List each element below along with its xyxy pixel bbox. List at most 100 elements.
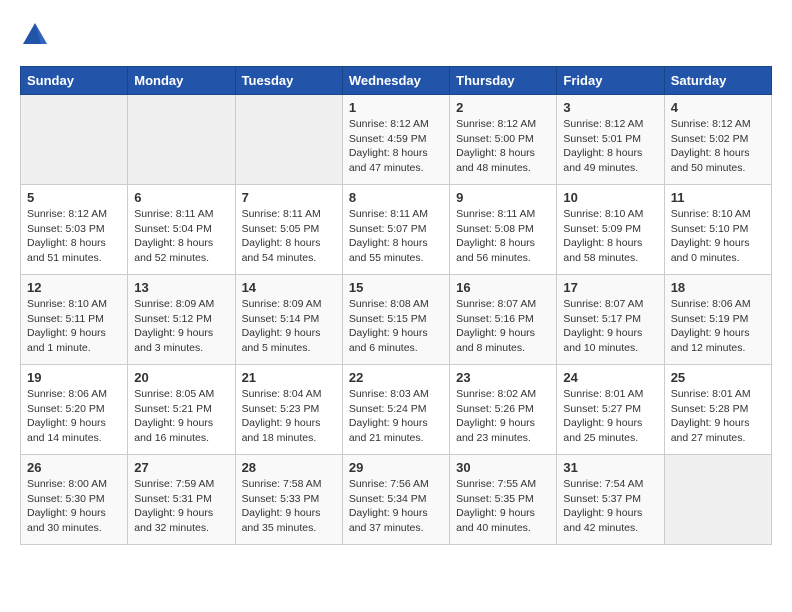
day-header-saturday: Saturday [664, 67, 771, 95]
calendar-cell [21, 95, 128, 185]
calendar-cell: 29 Sunrise: 7:56 AM Sunset: 5:34 PM Dayli… [342, 455, 449, 545]
day-info: Sunrise: 8:07 AM Sunset: 5:16 PM Dayligh… [456, 297, 550, 356]
day-number: 2 [456, 100, 550, 115]
day-info: Sunrise: 8:04 AM Sunset: 5:23 PM Dayligh… [242, 387, 336, 446]
day-number: 19 [27, 370, 121, 385]
calendar-cell: 14Sunrise: 8:09 AM Sunset: 5:14 PM Dayli… [235, 275, 342, 365]
day-info: Sunrise: 7:54 AM Sunset: 5:37 PM Dayligh… [563, 477, 657, 536]
day-info: Sunrise: 8:12 AM Sunset: 5:02 PM Dayligh… [671, 117, 765, 176]
calendar-cell: 28 Sunrise: 7:58 AM Sunset: 5:33 PM Dayli… [235, 455, 342, 545]
day-number: 7 [242, 190, 336, 205]
calendar-cell: 25 Sunrise: 8:01 AM Sunset: 5:28 PM Dayli… [664, 365, 771, 455]
day-number: 24 [563, 370, 657, 385]
day-info: Sunrise: 8:07 AM Sunset: 5:17 PM Dayligh… [563, 297, 657, 356]
day-info: Sunrise: 8:12 AM Sunset: 4:59 PM Dayligh… [349, 117, 443, 176]
day-info: Sunrise: 8:11 AM Sunset: 5:07 PM Dayligh… [349, 207, 443, 266]
calendar-cell: 16 Sunrise: 8:07 AM Sunset: 5:16 PM Dayli… [450, 275, 557, 365]
day-number: 18 [671, 280, 765, 295]
day-header-wednesday: Wednesday [342, 67, 449, 95]
day-header-monday: Monday [128, 67, 235, 95]
calendar-cell: 30 Sunrise: 7:55 AM Sunset: 5:35 PM Dayli… [450, 455, 557, 545]
logo [20, 20, 54, 50]
day-info: Sunrise: 8:11 AM Sunset: 5:05 PM Dayligh… [242, 207, 336, 266]
calendar-cell: 5 Sunrise: 8:12 AM Sunset: 5:03 PM Daylig… [21, 185, 128, 275]
calendar-header-row: SundayMondayTuesdayWednesdayThursdayFrid… [21, 67, 772, 95]
day-header-friday: Friday [557, 67, 664, 95]
day-info: Sunrise: 8:02 AM Sunset: 5:26 PM Dayligh… [456, 387, 550, 446]
day-number: 27 [134, 460, 228, 475]
day-number: 30 [456, 460, 550, 475]
day-number: 1 [349, 100, 443, 115]
logo-icon [20, 20, 50, 50]
day-number: 28 [242, 460, 336, 475]
calendar-cell: 20 Sunrise: 8:05 AM Sunset: 5:21 PM Dayli… [128, 365, 235, 455]
day-info: Sunrise: 8:08 AM Sunset: 5:15 PM Dayligh… [349, 297, 443, 356]
day-info: Sunrise: 7:58 AM Sunset: 5:33 PM Dayligh… [242, 477, 336, 536]
calendar-cell: 17 Sunrise: 8:07 AM Sunset: 5:17 PM Dayli… [557, 275, 664, 365]
day-info: Sunrise: 8:12 AM Sunset: 5:00 PM Dayligh… [456, 117, 550, 176]
day-header-tuesday: Tuesday [235, 67, 342, 95]
calendar-week-row: 5 Sunrise: 8:12 AM Sunset: 5:03 PM Daylig… [21, 185, 772, 275]
page-header [20, 20, 772, 50]
calendar-cell: 12 Sunrise: 8:10 AM Sunset: 5:11 PM Dayli… [21, 275, 128, 365]
day-info: Sunrise: 7:56 AM Sunset: 5:34 PM Dayligh… [349, 477, 443, 536]
calendar-cell: 15 Sunrise: 8:08 AM Sunset: 5:15 PM Dayli… [342, 275, 449, 365]
day-number: 25 [671, 370, 765, 385]
day-info: Sunrise: 8:12 AM Sunset: 5:03 PM Dayligh… [27, 207, 121, 266]
day-info: Sunrise: 8:01 AM Sunset: 5:28 PM Dayligh… [671, 387, 765, 446]
day-info: Sunrise: 8:10 AM Sunset: 5:09 PM Dayligh… [563, 207, 657, 266]
day-info: Sunrise: 8:10 AM Sunset: 5:10 PM Dayligh… [671, 207, 765, 266]
calendar-cell: 2 Sunrise: 8:12 AM Sunset: 5:00 PM Daylig… [450, 95, 557, 185]
day-info: Sunrise: 8:09 AM Sunset: 5:14 PM Dayligh… [242, 297, 336, 356]
calendar-cell: 27 Sunrise: 7:59 AM Sunset: 5:31 PM Dayli… [128, 455, 235, 545]
day-number: 13 [134, 280, 228, 295]
calendar-cell [235, 95, 342, 185]
day-info: Sunrise: 8:06 AM Sunset: 5:19 PM Dayligh… [671, 297, 765, 356]
day-number: 12 [27, 280, 121, 295]
day-number: 15 [349, 280, 443, 295]
day-info: Sunrise: 8:06 AM Sunset: 5:20 PM Dayligh… [27, 387, 121, 446]
day-info: Sunrise: 8:05 AM Sunset: 5:21 PM Dayligh… [134, 387, 228, 446]
day-info: Sunrise: 8:11 AM Sunset: 5:04 PM Dayligh… [134, 207, 228, 266]
calendar-cell: 4 Sunrise: 8:12 AM Sunset: 5:02 PM Daylig… [664, 95, 771, 185]
calendar-cell: 19 Sunrise: 8:06 AM Sunset: 5:20 PM Dayli… [21, 365, 128, 455]
day-number: 5 [27, 190, 121, 205]
calendar-cell: 3 Sunrise: 8:12 AM Sunset: 5:01 PM Daylig… [557, 95, 664, 185]
day-info: Sunrise: 8:03 AM Sunset: 5:24 PM Dayligh… [349, 387, 443, 446]
day-number: 29 [349, 460, 443, 475]
day-number: 20 [134, 370, 228, 385]
day-number: 17 [563, 280, 657, 295]
day-info: Sunrise: 7:59 AM Sunset: 5:31 PM Dayligh… [134, 477, 228, 536]
day-info: Sunrise: 8:00 AM Sunset: 5:30 PM Dayligh… [27, 477, 121, 536]
day-info: Sunrise: 8:12 AM Sunset: 5:01 PM Dayligh… [563, 117, 657, 176]
calendar-cell: 21Sunrise: 8:04 AM Sunset: 5:23 PM Dayli… [235, 365, 342, 455]
day-number: 23 [456, 370, 550, 385]
day-number: 6 [134, 190, 228, 205]
calendar-cell: 22Sunrise: 8:03 AM Sunset: 5:24 PM Dayli… [342, 365, 449, 455]
day-info: Sunrise: 8:10 AM Sunset: 5:11 PM Dayligh… [27, 297, 121, 356]
calendar-week-row: 19 Sunrise: 8:06 AM Sunset: 5:20 PM Dayli… [21, 365, 772, 455]
day-header-sunday: Sunday [21, 67, 128, 95]
day-info: Sunrise: 8:09 AM Sunset: 5:12 PM Dayligh… [134, 297, 228, 356]
calendar-cell: 26Sunrise: 8:00 AM Sunset: 5:30 PM Dayli… [21, 455, 128, 545]
day-number: 9 [456, 190, 550, 205]
calendar-cell [664, 455, 771, 545]
calendar-week-row: 1 Sunrise: 8:12 AM Sunset: 4:59 PM Daylig… [21, 95, 772, 185]
calendar-cell: 11 Sunrise: 8:10 AM Sunset: 5:10 PM Dayli… [664, 185, 771, 275]
calendar-cell: 10 Sunrise: 8:10 AM Sunset: 5:09 PM Dayli… [557, 185, 664, 275]
calendar-cell: 24Sunrise: 8:01 AM Sunset: 5:27 PM Dayli… [557, 365, 664, 455]
day-number: 4 [671, 100, 765, 115]
day-number: 10 [563, 190, 657, 205]
day-number: 3 [563, 100, 657, 115]
day-number: 11 [671, 190, 765, 205]
day-info: Sunrise: 8:11 AM Sunset: 5:08 PM Dayligh… [456, 207, 550, 266]
calendar-cell: 8Sunrise: 8:11 AM Sunset: 5:07 PM Daylig… [342, 185, 449, 275]
day-info: Sunrise: 7:55 AM Sunset: 5:35 PM Dayligh… [456, 477, 550, 536]
calendar-cell: 18 Sunrise: 8:06 AM Sunset: 5:19 PM Dayli… [664, 275, 771, 365]
day-number: 16 [456, 280, 550, 295]
calendar-table: SundayMondayTuesdayWednesdayThursdayFrid… [20, 66, 772, 545]
day-number: 31 [563, 460, 657, 475]
calendar-cell: 31 Sunrise: 7:54 AM Sunset: 5:37 PM Dayli… [557, 455, 664, 545]
calendar-cell: 23 Sunrise: 8:02 AM Sunset: 5:26 PM Dayli… [450, 365, 557, 455]
calendar-cell: 7 Sunrise: 8:11 AM Sunset: 5:05 PM Daylig… [235, 185, 342, 275]
